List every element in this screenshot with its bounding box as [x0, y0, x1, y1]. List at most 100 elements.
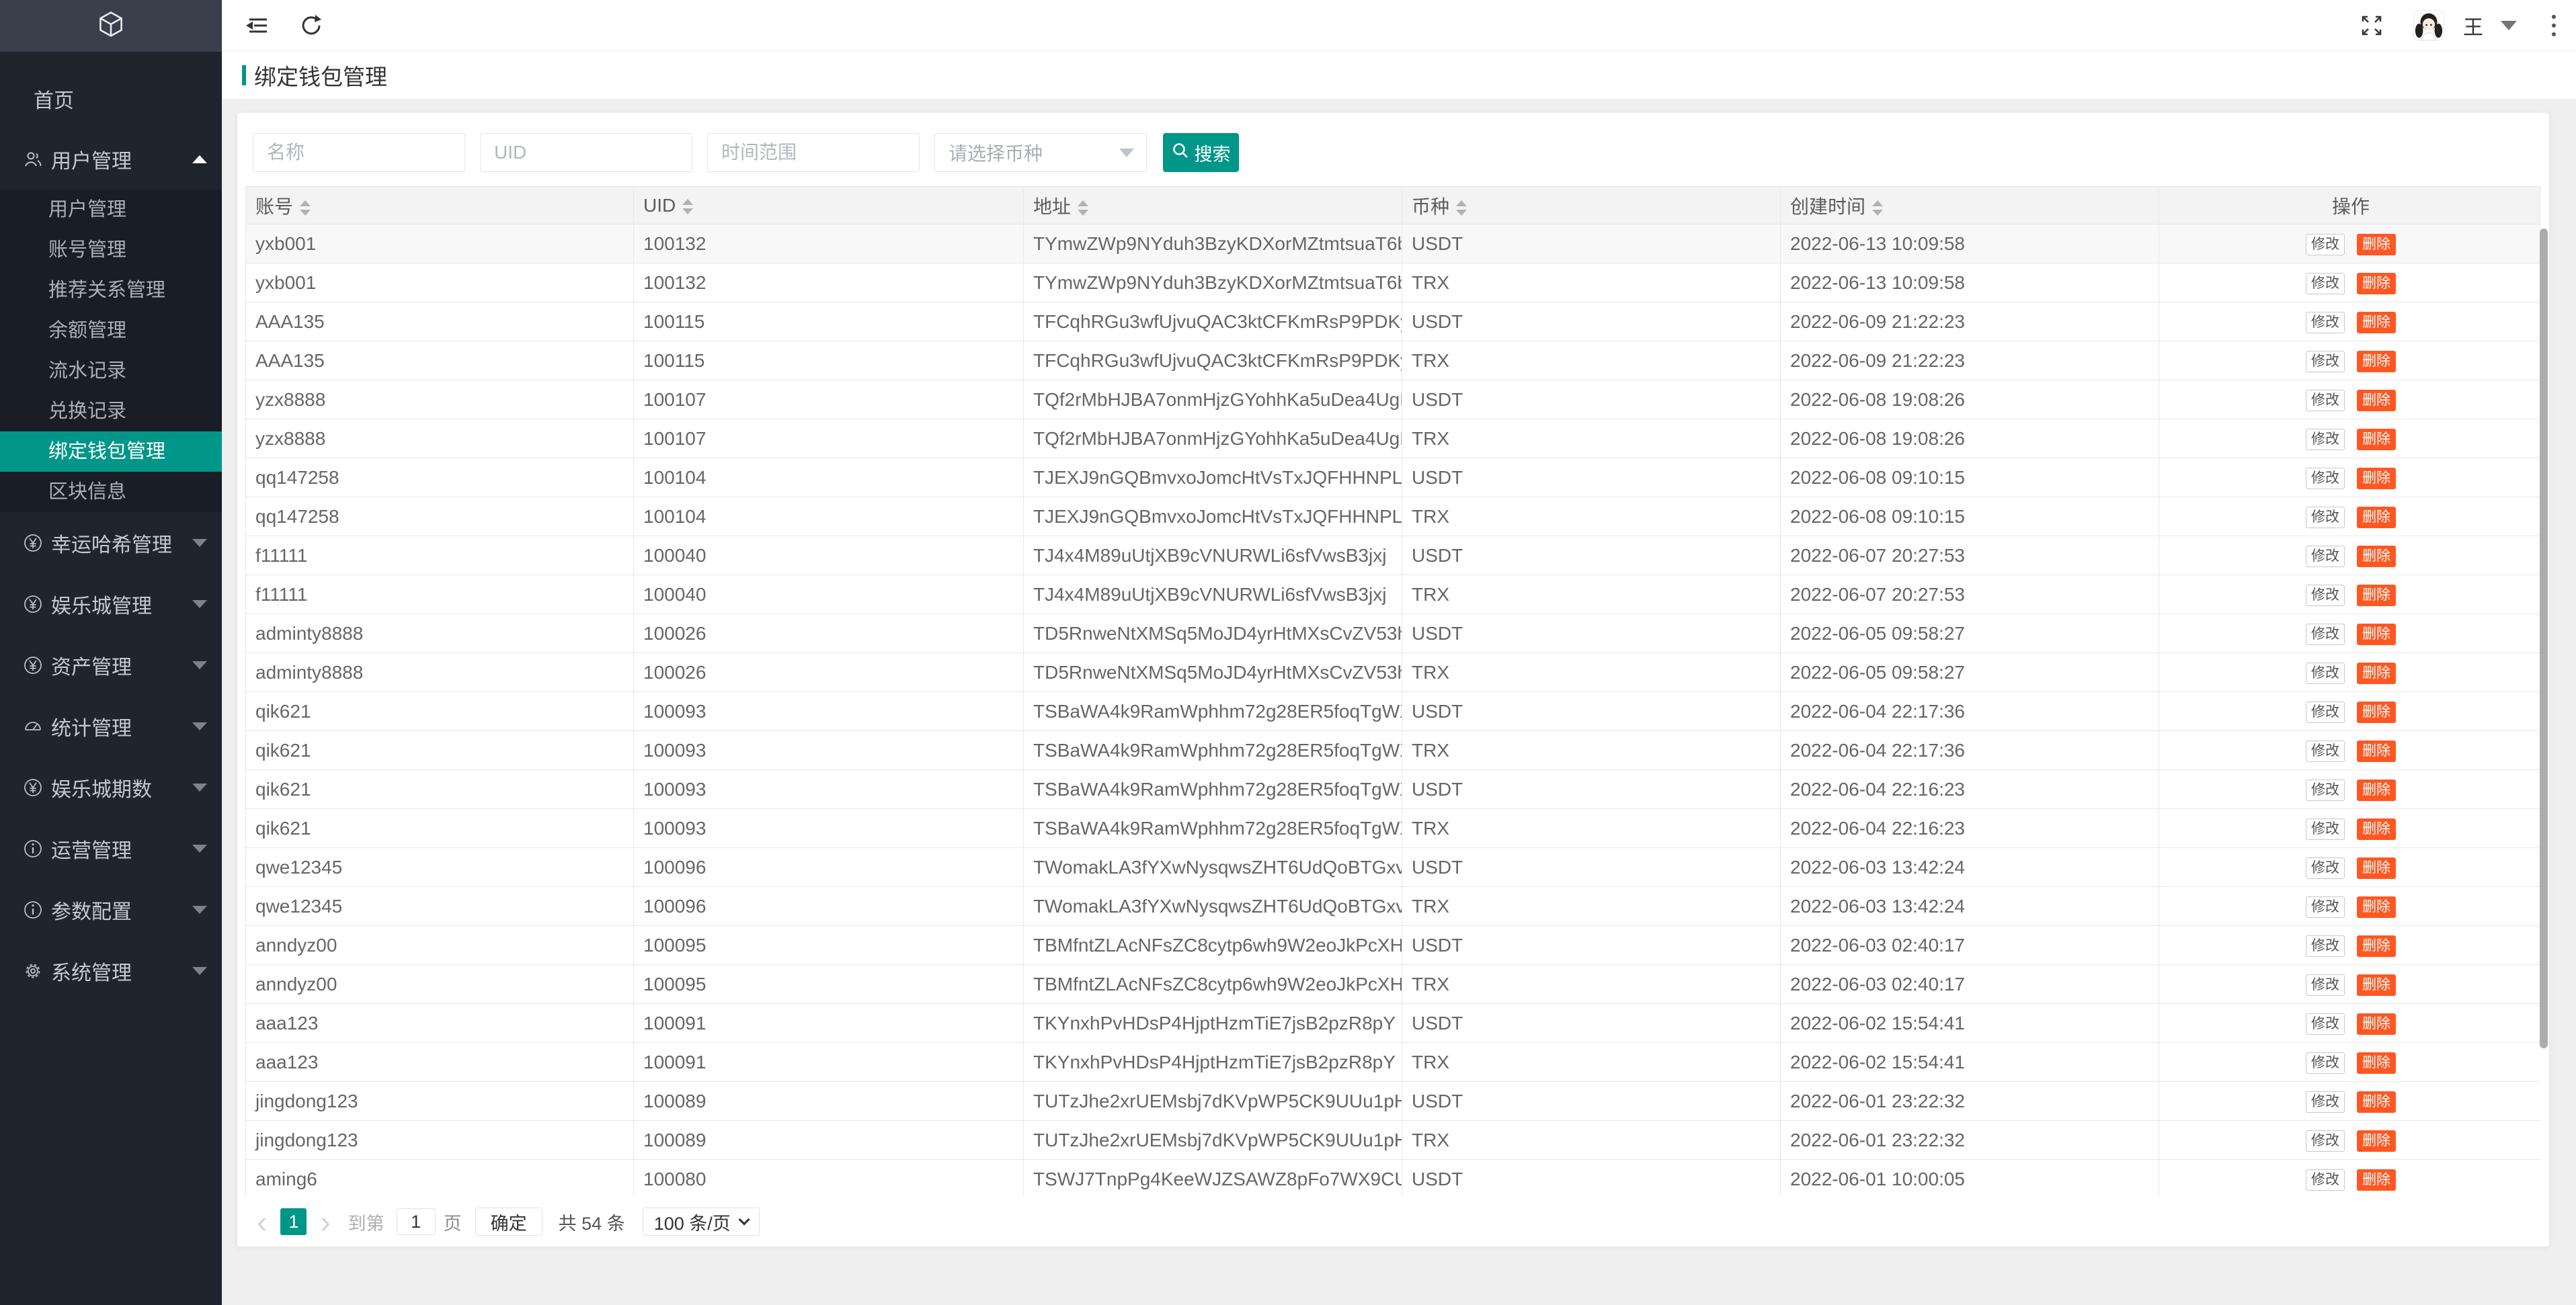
cell-address: TKYnxhPvHDsP4HjptHzmTiE7jsB2pzR8pY — [1024, 1004, 1402, 1043]
sort-icon[interactable] — [1456, 200, 1467, 216]
sort-icon[interactable] — [1872, 200, 1883, 216]
delete-button[interactable]: 删除 — [2357, 974, 2396, 996]
edit-button[interactable]: 修改 — [2306, 974, 2345, 996]
cell-created: 2022-06-03 02:40:17 — [1781, 965, 2159, 1004]
delete-button[interactable]: 删除 — [2357, 312, 2396, 333]
sidebar-item-推荐关系管理[interactable]: 推荐关系管理 — [0, 270, 222, 310]
fullscreen-icon[interactable] — [2360, 13, 2384, 38]
delete-button[interactable]: 删除 — [2357, 429, 2396, 450]
edit-button[interactable]: 修改 — [2306, 390, 2345, 411]
sidebar-section-幸运哈希管理[interactable]: 幸运哈希管理 — [0, 512, 222, 573]
delete-button[interactable]: 删除 — [2357, 857, 2396, 879]
user-menu-caret-icon[interactable] — [2501, 21, 2517, 30]
search-button[interactable]: 搜索 — [1163, 133, 1239, 172]
sort-icon[interactable] — [300, 200, 311, 216]
edit-button[interactable]: 修改 — [2306, 780, 2345, 801]
delete-button[interactable]: 删除 — [2357, 273, 2396, 294]
delete-button[interactable]: 删除 — [2357, 1052, 2396, 1074]
refresh-icon[interactable] — [298, 13, 324, 38]
per-page-select[interactable]: 100 条/页 — [643, 1208, 760, 1236]
edit-button[interactable]: 修改 — [2306, 1130, 2345, 1152]
edit-button[interactable]: 修改 — [2306, 468, 2345, 489]
delete-button[interactable]: 删除 — [2357, 896, 2396, 918]
more-menu-icon[interactable] — [2549, 12, 2559, 39]
sidebar-section-统计管理[interactable]: 统计管理 — [0, 696, 222, 757]
next-page-button[interactable]: › — [317, 1208, 333, 1235]
sidebar-section-资产管理[interactable]: 资产管理 — [0, 634, 222, 696]
edit-button[interactable]: 修改 — [2306, 741, 2345, 762]
edit-button[interactable]: 修改 — [2306, 624, 2345, 645]
sidebar-item-绑定钱包管理[interactable]: 绑定钱包管理 — [0, 431, 222, 472]
column-header-创建时间[interactable]: 创建时间 — [1781, 187, 2159, 224]
edit-button[interactable]: 修改 — [2306, 429, 2345, 450]
sidebar-item-兑换记录[interactable]: 兑换记录 — [0, 391, 222, 431]
delete-button[interactable]: 删除 — [2357, 818, 2396, 840]
delete-button[interactable]: 删除 — [2357, 624, 2396, 645]
edit-button[interactable]: 修改 — [2306, 818, 2345, 840]
edit-button[interactable]: 修改 — [2306, 857, 2345, 879]
delete-button[interactable]: 删除 — [2357, 702, 2396, 723]
edit-button[interactable]: 修改 — [2306, 1169, 2345, 1191]
edit-button[interactable]: 修改 — [2306, 507, 2345, 528]
sidebar-item-账号管理[interactable]: 账号管理 — [0, 230, 222, 270]
column-header-币种[interactable]: 币种 — [1402, 187, 1781, 224]
cell-uid: 100096 — [634, 848, 1024, 887]
edit-button[interactable]: 修改 — [2306, 273, 2345, 294]
edit-button[interactable]: 修改 — [2306, 1091, 2345, 1113]
time-range-input[interactable] — [707, 133, 920, 172]
sort-icon[interactable] — [1078, 200, 1088, 216]
delete-button[interactable]: 删除 — [2357, 585, 2396, 606]
edit-button[interactable]: 修改 — [2306, 896, 2345, 918]
collapse-sidebar-icon[interactable] — [243, 14, 269, 37]
sidebar-item-home[interactable]: 首页 — [0, 69, 222, 129]
edit-button[interactable]: 修改 — [2306, 1013, 2345, 1035]
delete-button[interactable]: 删除 — [2357, 390, 2396, 411]
coin-select[interactable]: 请选择币种 — [934, 133, 1147, 172]
delete-button[interactable]: 删除 — [2357, 351, 2396, 372]
delete-button[interactable]: 删除 — [2357, 935, 2396, 957]
edit-button[interactable]: 修改 — [2306, 702, 2345, 723]
sidebar-item-区块信息[interactable]: 区块信息 — [0, 472, 222, 512]
delete-button[interactable]: 删除 — [2357, 1013, 2396, 1035]
sidebar-item-流水记录[interactable]: 流水记录 — [0, 351, 222, 391]
sidebar-section-运营管理[interactable]: 运营管理 — [0, 818, 222, 879]
edit-button[interactable]: 修改 — [2306, 546, 2345, 567]
uid-filter-input[interactable] — [480, 133, 692, 172]
edit-button[interactable]: 修改 — [2306, 663, 2345, 684]
edit-button[interactable]: 修改 — [2306, 585, 2345, 606]
sidebar-section-参数配置[interactable]: 参数配置 — [0, 879, 222, 940]
sidebar-item-用户管理[interactable]: 用户管理 — [0, 190, 222, 230]
edit-button[interactable]: 修改 — [2306, 234, 2345, 255]
jump-page-input[interactable] — [397, 1208, 436, 1235]
sidebar-section-娱乐城管理[interactable]: 娱乐城管理 — [0, 573, 222, 634]
sidebar-section-用户管理[interactable]: 用户管理 — [0, 129, 222, 190]
name-filter-input[interactable] — [253, 133, 465, 172]
edit-button[interactable]: 修改 — [2306, 1052, 2345, 1074]
delete-button[interactable]: 删除 — [2357, 780, 2396, 801]
jump-confirm-button[interactable]: 确定 — [475, 1208, 542, 1236]
delete-button[interactable]: 删除 — [2357, 234, 2396, 255]
prev-page-button[interactable]: ‹ — [254, 1208, 270, 1235]
table-scrollbar[interactable] — [2540, 228, 2548, 1048]
column-header-地址[interactable]: 地址 — [1024, 187, 1402, 224]
sidebar-section-系统管理[interactable]: 系统管理 — [0, 940, 222, 1001]
user-avatar[interactable] — [2413, 10, 2444, 41]
edit-button[interactable]: 修改 — [2306, 935, 2345, 957]
edit-button[interactable]: 修改 — [2306, 312, 2345, 333]
delete-button[interactable]: 删除 — [2357, 1169, 2396, 1191]
sort-icon[interactable] — [682, 199, 693, 214]
sidebar-item-余额管理[interactable]: 余额管理 — [0, 310, 222, 351]
column-header-账号[interactable]: 账号 — [246, 187, 634, 224]
delete-button[interactable]: 删除 — [2357, 663, 2396, 684]
delete-button[interactable]: 删除 — [2357, 1130, 2396, 1152]
current-page-button[interactable]: 1 — [280, 1208, 307, 1235]
delete-button[interactable]: 删除 — [2357, 1091, 2396, 1113]
username-label[interactable]: 王 — [2463, 11, 2483, 40]
delete-button[interactable]: 删除 — [2357, 507, 2396, 528]
column-header-UID[interactable]: UID — [634, 187, 1024, 224]
delete-button[interactable]: 删除 — [2357, 546, 2396, 567]
sidebar-section-娱乐城期数[interactable]: 娱乐城期数 — [0, 757, 222, 818]
delete-button[interactable]: 删除 — [2357, 468, 2396, 489]
delete-button[interactable]: 删除 — [2357, 741, 2396, 762]
edit-button[interactable]: 修改 — [2306, 351, 2345, 372]
